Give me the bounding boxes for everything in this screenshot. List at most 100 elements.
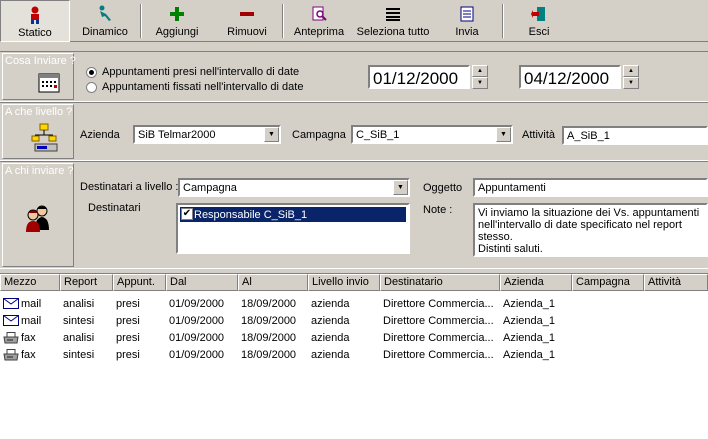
- cell-destinatario: Direttore Commercia...: [380, 328, 500, 345]
- table-row[interactable]: fax analisi presi 01/09/2000 18/09/2000 azien…: [0, 328, 708, 345]
- fax-icon: [3, 331, 19, 343]
- cell-destinatario: Direttore Commercia...: [380, 345, 500, 362]
- esci-button[interactable]: Esci: [504, 0, 574, 42]
- azienda-label: Azienda: [80, 129, 120, 141]
- cell-text: Azienda_1: [503, 297, 555, 310]
- anteprima-button[interactable]: Anteprima: [284, 0, 354, 42]
- cell-livello-invio: azienda: [308, 294, 380, 311]
- cell-text: azienda: [311, 314, 350, 327]
- campagna-value: C_SiB_1: [356, 129, 400, 141]
- invia-button[interactable]: Invia: [432, 0, 502, 42]
- cell-al: 18/09/2000: [238, 345, 308, 362]
- column-header-attivita[interactable]: Attività: [644, 274, 708, 291]
- spin-up-icon[interactable]: ▲: [623, 65, 639, 77]
- date-from-spinner[interactable]: ▲ ▼: [472, 65, 488, 89]
- cell-attivita: [644, 345, 708, 362]
- spin-down-icon[interactable]: ▼: [623, 77, 639, 89]
- azienda-select[interactable]: SiB Telmar2000 ▼: [133, 125, 281, 144]
- dinamico-button[interactable]: Dinamico: [70, 0, 140, 42]
- date-from-field[interactable]: 01/12/2000: [368, 65, 470, 89]
- option-presi-radio[interactable]: Appuntamenti presi nell'intervallo di da…: [86, 66, 299, 78]
- column-header-al[interactable]: Al: [238, 274, 308, 291]
- cell-text: Direttore Commercia...: [383, 314, 494, 327]
- cosa-inviare-sidebox: Cosa Inviare ?: [2, 53, 76, 100]
- destinatari-livello-select[interactable]: Campagna ▼: [178, 178, 410, 197]
- document-icon: [460, 6, 474, 22]
- cell-text: mail: [21, 297, 42, 310]
- column-header-dal[interactable]: Dal: [166, 274, 238, 291]
- cell-text: analisi: [63, 331, 95, 344]
- cell-al: 18/09/2000: [238, 311, 308, 328]
- anteprima-label: Anteprima: [293, 26, 345, 38]
- cosa-inviare-title: Cosa Inviare ?: [5, 55, 76, 67]
- destinatari-label: Destinatari: [88, 202, 141, 214]
- column-header-campagna[interactable]: Campagna: [572, 274, 644, 291]
- column-header-report[interactable]: Report: [60, 274, 113, 291]
- option-fissati-radio[interactable]: Appuntamenti fissati nell'intervallo di …: [86, 81, 303, 93]
- statico-button[interactable]: Statico: [0, 0, 70, 42]
- cell-text: presi: [116, 297, 140, 310]
- cell-destinatario: Direttore Commercia...: [380, 294, 500, 311]
- seleziona-tutto-button[interactable]: Seleziona tutto: [354, 0, 432, 42]
- preview-icon: [312, 6, 327, 21]
- rimuovi-label: Rimuovi: [227, 26, 267, 38]
- cell-livello-invio: azienda: [308, 345, 380, 362]
- destinatari-livello-value: Campagna: [183, 182, 237, 194]
- cell-text: 01/09/2000: [169, 331, 225, 344]
- destinatari-listbox[interactable]: ✔ Responsabile C_SiB_1: [176, 203, 410, 254]
- cell-text: 18/09/2000: [241, 297, 297, 310]
- calendar-icon: [38, 73, 60, 93]
- cell-mezzo: mail: [0, 294, 60, 311]
- attivita-field[interactable]: A_SiB_1: [562, 126, 708, 145]
- column-header-mezzo[interactable]: Mezzo: [0, 274, 60, 291]
- cell-text: Direttore Commercia...: [383, 297, 494, 310]
- cell-dal: 01/09/2000: [166, 311, 238, 328]
- cell-al: 18/09/2000: [238, 328, 308, 345]
- chevron-down-icon[interactable]: ▼: [264, 127, 279, 142]
- date-to-spinner[interactable]: ▲ ▼: [623, 65, 639, 89]
- table-row[interactable]: fax sintesi presi 01/09/2000 18/09/2000 azien…: [0, 345, 708, 362]
- cell-text: 18/09/2000: [241, 314, 297, 327]
- cell-destinatario: Direttore Commercia...: [380, 311, 500, 328]
- attivita-label: Attività: [522, 129, 556, 141]
- cell-text: fax: [21, 348, 36, 361]
- spin-up-icon[interactable]: ▲: [472, 65, 488, 77]
- table-row[interactable]: mail sintesi presi 01/09/2000 18/09/2000 azie…: [0, 311, 708, 328]
- chevron-down-icon[interactable]: ▼: [393, 180, 408, 195]
- date-to-field[interactable]: 04/12/2000: [519, 65, 621, 89]
- note-line: nell'intervallo di date specificato nel …: [478, 219, 682, 243]
- spin-down-icon[interactable]: ▼: [472, 77, 488, 89]
- cell-mezzo: mail: [0, 311, 60, 328]
- chi-inviare-panel: A chi inviare ? Destinatari a livello : …: [0, 161, 708, 269]
- cell-text: presi: [116, 314, 140, 327]
- checkbox-checked-icon[interactable]: ✔: [181, 208, 193, 220]
- aggiungi-button[interactable]: Aggiungi: [142, 0, 212, 42]
- column-header-destinatario[interactable]: Destinatario: [380, 274, 500, 291]
- column-header-azienda[interactable]: Azienda: [500, 274, 572, 291]
- statico-label: Statico: [18, 27, 52, 39]
- cell-text: Direttore Commercia...: [383, 348, 494, 361]
- mail-icon: [3, 298, 19, 309]
- cell-text: fax: [21, 331, 36, 344]
- table-row[interactable]: mail analisi presi 01/09/2000 18/09/2000 azie…: [0, 294, 708, 311]
- destinatari-list-item[interactable]: ✔ Responsabile C_SiB_1: [180, 207, 406, 222]
- people-icon: [26, 205, 49, 232]
- note-textarea[interactable]: Vi inviamo la situazione dei Vs. appunta…: [473, 203, 708, 257]
- rimuovi-button[interactable]: Rimuovi: [212, 0, 282, 42]
- cell-campagna: [572, 311, 644, 328]
- select-all-icon: [386, 8, 400, 21]
- cell-text: 01/09/2000: [169, 297, 225, 310]
- note-line: Vi inviamo la situazione dei Vs. appunta…: [478, 207, 700, 219]
- column-header-appunt[interactable]: Appunt.: [113, 274, 166, 291]
- chevron-down-icon[interactable]: ▼: [496, 127, 511, 142]
- che-livello-sidebox: A che livello ?: [2, 104, 74, 159]
- seleziona-tutto-label: Seleziona tutto: [356, 26, 430, 38]
- grid-header: Mezzo Report Appunt. Dal Al Livello invi…: [0, 274, 708, 291]
- oggetto-field[interactable]: Appuntamenti: [473, 178, 708, 197]
- note-label: Note :: [423, 204, 453, 216]
- fax-icon: [3, 348, 19, 360]
- campagna-select[interactable]: C_SiB_1 ▼: [351, 125, 513, 144]
- exit-door-icon: [531, 7, 545, 21]
- column-header-livello-invio[interactable]: Livello invio: [308, 274, 380, 291]
- cell-text: 18/09/2000: [241, 331, 297, 344]
